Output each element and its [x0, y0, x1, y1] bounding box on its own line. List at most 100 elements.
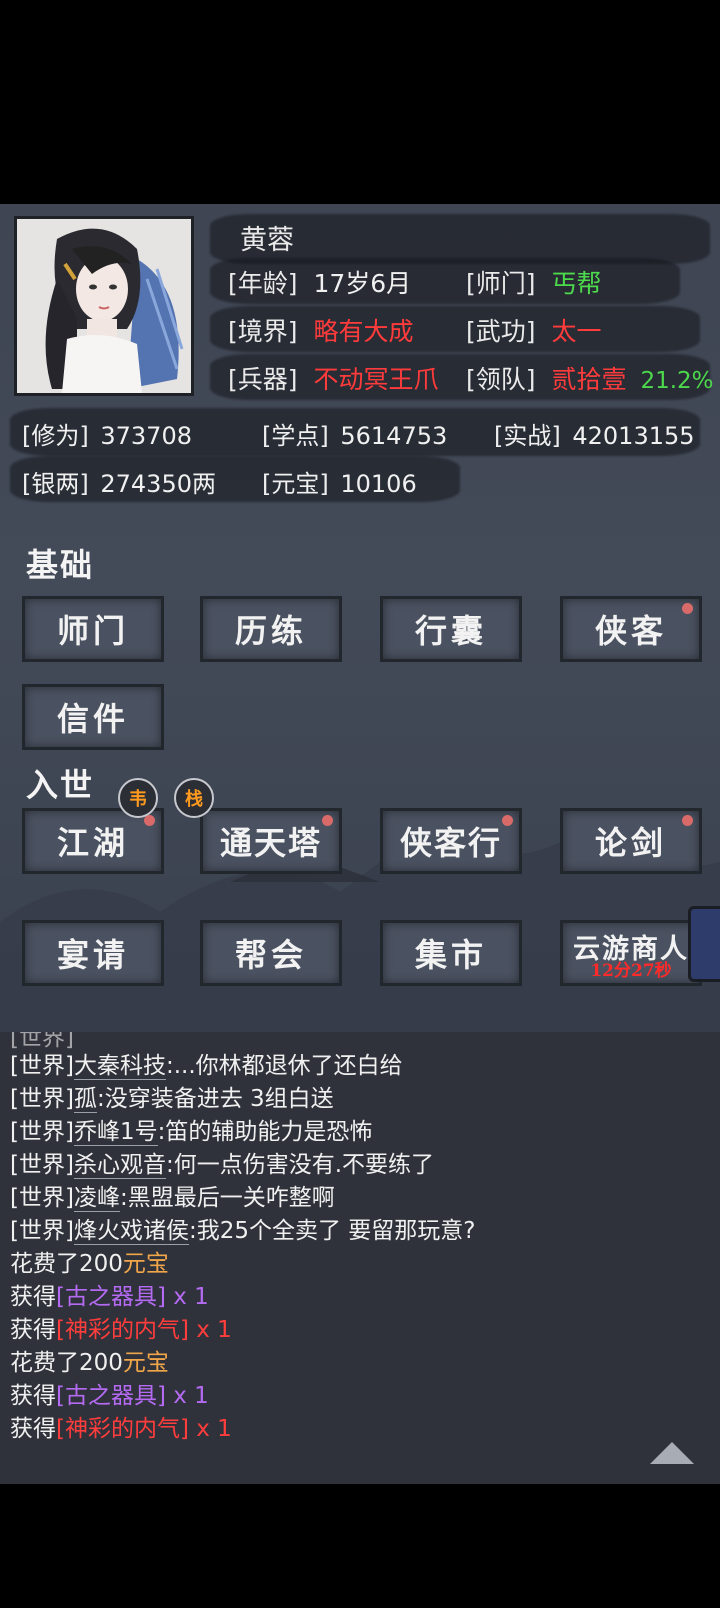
heroes-button[interactable]: 侠客: [560, 596, 702, 662]
hero-journey-button-label: 侠客行: [399, 824, 502, 862]
combat-label: [实战]: [494, 422, 561, 450]
world-section-title: 入世: [26, 766, 95, 804]
training-button[interactable]: 历练: [200, 596, 342, 662]
gain-text: 获得: [10, 1416, 56, 1442]
item-name[interactable]: [古之器具]: [56, 1383, 166, 1409]
market-button-label: 集市: [414, 936, 487, 974]
silver-stat: [银两] 274350两: [22, 464, 216, 499]
notification-dot: [144, 815, 155, 826]
chat-line: [世界]大秦科技:...你林都退休了还白给: [10, 1046, 403, 1080]
yuanbao-stat: [元宝] 10106: [262, 464, 417, 499]
hero-journey-button[interactable]: 侠客行: [380, 808, 522, 874]
item-name[interactable]: [古之器具]: [56, 1284, 166, 1310]
realm-value: 略有大成: [313, 317, 414, 346]
sect-label: [师门]: [466, 269, 536, 298]
gain-text: 获得: [10, 1317, 56, 1343]
tower-button[interactable]: 通天塔: [200, 808, 342, 874]
silver-value: 274350两: [100, 470, 216, 498]
chat-message: :我25个全卖了 要留那玩意?: [188, 1218, 476, 1244]
age-label: [年龄]: [228, 269, 298, 298]
silver-label: [银两]: [22, 470, 89, 498]
banquet-button-label: 宴请: [56, 936, 129, 974]
notification-dot: [322, 815, 333, 826]
merchant-button[interactable]: 云游商人 12分27秒: [560, 920, 702, 986]
sword-debate-button[interactable]: 论剑: [560, 808, 702, 874]
chat-channel: [世界]: [10, 1053, 74, 1079]
yuanbao-unit: 元宝: [122, 1350, 169, 1376]
cultivation-stat: [修为] 373708: [22, 416, 192, 451]
team-label: [领队]: [466, 365, 536, 394]
medal-wei-label: 韦: [129, 789, 147, 810]
inventory-button-label: 行囊: [414, 612, 487, 650]
mail-button[interactable]: 信件: [22, 684, 164, 750]
skill-label: [武功]: [466, 317, 536, 346]
training-button-label: 历练: [234, 612, 307, 650]
sword-debate-button-label: 论剑: [594, 824, 667, 862]
age-value: 17岁6月: [313, 269, 412, 298]
chat-sender[interactable]: 凌峰: [73, 1185, 120, 1212]
medal-zhan-label: 栈: [185, 789, 203, 810]
skill-row: [武功] 太一: [466, 312, 601, 348]
team-row: [领队] 贰拾壹 21.2%: [466, 360, 714, 396]
chat-message: :...你林都退休了还白给: [165, 1053, 403, 1079]
merchant-timer: 12分27秒: [590, 961, 672, 981]
item-qty: x 1: [188, 1317, 232, 1343]
item-name[interactable]: [神彩的内气]: [56, 1317, 189, 1343]
chat-sender[interactable]: 烽火戏诸侯: [73, 1218, 189, 1245]
spend-text: 花费了200: [10, 1350, 123, 1376]
yuanbao-label: [元宝]: [262, 470, 329, 498]
inventory-button[interactable]: 行囊: [380, 596, 522, 662]
medal-icon-wei[interactable]: 韦: [118, 778, 158, 818]
combat-value: 42013155: [572, 422, 695, 450]
guild-button[interactable]: 帮会: [200, 920, 342, 986]
chat-message: :没穿装备进去 3组白送: [96, 1086, 334, 1112]
scroll-up-arrow-icon[interactable]: [650, 1442, 694, 1464]
chat-channel: [世界]: [10, 1152, 74, 1178]
chat-line: [世界]孤:没穿装备进去 3组白送: [10, 1079, 334, 1113]
chat-line-spend: 花费了200元宝: [10, 1343, 169, 1377]
market-button[interactable]: 集市: [380, 920, 522, 986]
yuanbao-unit: 元宝: [122, 1251, 169, 1277]
guild-button-label: 帮会: [234, 936, 307, 974]
chat-sender[interactable]: 乔峰1号: [73, 1119, 158, 1146]
sect-value[interactable]: 丐帮: [551, 269, 601, 298]
character-portrait[interactable]: [14, 216, 194, 396]
spend-text: 花费了200: [10, 1251, 123, 1277]
team-value[interactable]: 贰拾壹: [551, 365, 626, 394]
sect-button[interactable]: 师门: [22, 596, 164, 662]
skill-value[interactable]: 太一: [551, 317, 601, 346]
jianghu-button[interactable]: 江湖: [22, 808, 164, 874]
combat-stat: [实战] 42013155: [494, 416, 695, 451]
chat-line-gain: 获得[神彩的内气] x 1: [10, 1409, 232, 1443]
chat-log[interactable]: [世界] [世界]大秦科技:...你林都退休了还白给 [世界]孤:没穿装备进去 …: [0, 1032, 720, 1484]
chat-sender[interactable]: 孤: [73, 1086, 97, 1113]
yuanbao-value: 10106: [340, 470, 417, 498]
item-qty: x 1: [165, 1383, 209, 1409]
chat-sender[interactable]: 大秦科技: [73, 1053, 166, 1080]
chat-line-gain: 获得[古之器具] x 1: [10, 1376, 209, 1410]
chat-line: [世界]乔峰1号:笛的辅助能力是恐怖: [10, 1112, 372, 1146]
chat-line-gain: 获得[古之器具] x 1: [10, 1277, 209, 1311]
chat-sender[interactable]: 杀心观音: [73, 1152, 166, 1179]
basic-section-title: 基础: [26, 546, 95, 584]
chat-channel: [世界]: [10, 1185, 74, 1211]
chat-line: [世界]凌峰:黑盟最后一关咋整啊: [10, 1178, 335, 1212]
chat-message: :笛的辅助能力是恐怖: [157, 1119, 373, 1145]
item-qty: x 1: [188, 1416, 232, 1442]
gain-text: 获得: [10, 1383, 56, 1409]
item-qty: x 1: [165, 1284, 209, 1310]
side-drawer-handle[interactable]: [688, 906, 720, 982]
medal-icon-zhan[interactable]: 栈: [174, 778, 214, 818]
item-name[interactable]: [神彩的内气]: [56, 1416, 189, 1442]
weapon-value[interactable]: 不动冥王爪: [313, 365, 438, 394]
jianghu-button-label: 江湖: [56, 824, 129, 862]
weapon-label: [兵器]: [228, 365, 298, 394]
mail-button-label: 信件: [56, 700, 129, 738]
chat-channel: [世界]: [10, 1119, 74, 1145]
banquet-button[interactable]: 宴请: [22, 920, 164, 986]
chat-line-gain: 获得[神彩的内气] x 1: [10, 1310, 232, 1344]
weapon-row: [兵器] 不动冥王爪: [228, 360, 438, 396]
tower-button-label: 通天塔: [219, 824, 322, 862]
cultivation-value: 373708: [100, 422, 192, 450]
sect-row: [师门] 丐帮: [466, 264, 601, 300]
